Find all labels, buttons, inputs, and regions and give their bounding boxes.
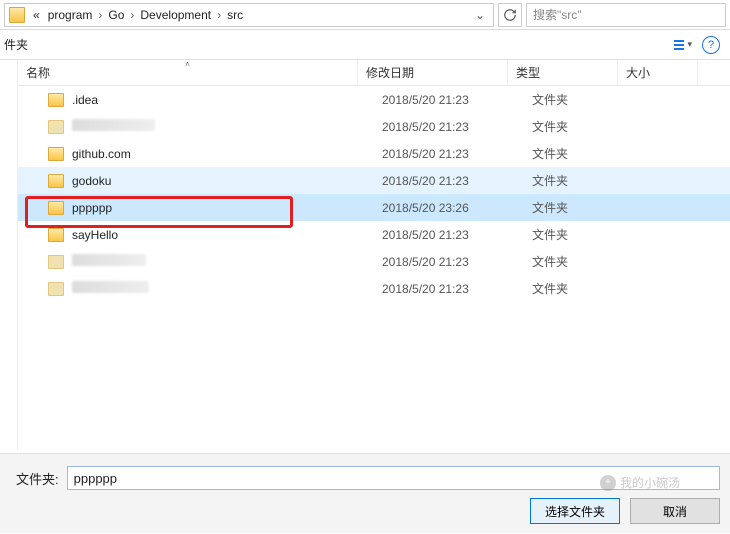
table-row[interactable]: sayHello2018/5/20 21:23文件夹 [18, 221, 730, 248]
column-type-label: 类型 [516, 64, 540, 81]
folder-name-input[interactable] [67, 466, 720, 490]
chevron-right-icon: › [215, 8, 223, 22]
file-name: github.com [72, 147, 378, 161]
breadcrumb-item[interactable]: Development [136, 8, 215, 22]
sort-ascending-icon: ˄ [185, 60, 190, 69]
folder-field-label: 文件夹: [16, 469, 59, 488]
file-type: 文件夹 [528, 172, 638, 189]
search-placeholder: 搜索"src" [533, 6, 582, 23]
column-type[interactable]: 类型 [508, 60, 618, 85]
select-folder-button[interactable]: 选择文件夹 [530, 498, 620, 524]
main-area: 名称 ˄ 修改日期 类型 大小 .idea2018/5/20 21:23文件夹2… [0, 60, 730, 450]
table-row[interactable]: pppppp2018/5/20 23:26文件夹 [18, 194, 730, 221]
file-date: 2018/5/20 21:23 [378, 93, 528, 107]
breadcrumb-item[interactable]: program [44, 8, 97, 22]
column-headers: 名称 ˄ 修改日期 类型 大小 [18, 60, 730, 86]
file-name: pppppp [72, 201, 378, 215]
chevron-down-icon[interactable]: ⌄ [471, 8, 489, 22]
breadcrumb-item[interactable]: src [223, 8, 247, 22]
folder-icon [48, 255, 64, 269]
file-type: 文件夹 [528, 253, 638, 270]
table-row[interactable]: github.com2018/5/20 21:23文件夹 [18, 140, 730, 167]
organize-label[interactable]: 件夹 [0, 36, 28, 53]
view-options-button[interactable]: ▾ [674, 39, 692, 50]
table-row[interactable]: .idea2018/5/20 21:23文件夹 [18, 86, 730, 113]
file-name: sayHello [72, 228, 378, 242]
file-date: 2018/5/20 23:26 [378, 201, 528, 215]
column-date[interactable]: 修改日期 [358, 60, 508, 85]
folder-icon [48, 147, 64, 161]
table-row[interactable]: 2018/5/20 21:23文件夹 [18, 275, 730, 302]
table-row[interactable]: 2018/5/20 21:23文件夹 [18, 113, 730, 140]
refresh-button[interactable] [498, 3, 522, 27]
file-date: 2018/5/20 21:23 [378, 282, 528, 296]
file-date: 2018/5/20 21:23 [378, 147, 528, 161]
file-list: 名称 ˄ 修改日期 类型 大小 .idea2018/5/20 21:23文件夹2… [18, 60, 730, 450]
file-date: 2018/5/20 21:23 [378, 174, 528, 188]
folder-icon [48, 174, 64, 188]
breadcrumb-item[interactable]: Go [104, 8, 128, 22]
folder-icon [48, 93, 64, 107]
bottom-panel: 文件夹: 选择文件夹 取消 ✦ 我的小碗汤 [0, 453, 730, 533]
file-date: 2018/5/20 21:23 [378, 228, 528, 242]
folder-icon [48, 282, 64, 296]
folder-icon [48, 228, 64, 242]
folder-icon [48, 120, 64, 134]
breadcrumb[interactable]: « program › Go › Development › src ⌄ [4, 3, 494, 27]
chevron-right-icon: › [128, 8, 136, 22]
column-date-label: 修改日期 [366, 64, 414, 81]
file-name: .idea [72, 93, 378, 107]
help-button[interactable]: ? [702, 36, 720, 54]
column-size-label: 大小 [626, 64, 650, 81]
file-type: 文件夹 [528, 280, 638, 297]
column-name[interactable]: 名称 ˄ [18, 60, 358, 85]
column-name-label: 名称 [26, 64, 50, 81]
file-type: 文件夹 [528, 91, 638, 108]
dropdown-triangle-icon: ▾ [687, 39, 692, 50]
file-name: godoku [72, 174, 378, 188]
file-name [72, 254, 378, 269]
file-type: 文件夹 [528, 199, 638, 216]
chevron-right-icon: › [96, 8, 104, 22]
folder-icon [9, 7, 25, 23]
file-date: 2018/5/20 21:23 [378, 255, 528, 269]
folder-icon [48, 201, 64, 215]
column-size[interactable]: 大小 [618, 60, 698, 85]
file-name [72, 281, 378, 296]
file-name [72, 119, 378, 134]
toolbar: 件夹 ▾ ? [0, 30, 730, 60]
list-view-icon [674, 40, 684, 50]
file-type: 文件夹 [528, 145, 638, 162]
sidebar[interactable] [0, 60, 18, 450]
address-bar: « program › Go › Development › src ⌄ 搜索"… [0, 0, 730, 30]
search-input[interactable]: 搜索"src" [526, 3, 726, 27]
table-row[interactable]: 2018/5/20 21:23文件夹 [18, 248, 730, 275]
file-date: 2018/5/20 21:23 [378, 120, 528, 134]
table-row[interactable]: godoku2018/5/20 21:23文件夹 [18, 167, 730, 194]
file-type: 文件夹 [528, 226, 638, 243]
cancel-button[interactable]: 取消 [630, 498, 720, 524]
file-type: 文件夹 [528, 118, 638, 135]
breadcrumb-prefix[interactable]: « [29, 8, 44, 22]
